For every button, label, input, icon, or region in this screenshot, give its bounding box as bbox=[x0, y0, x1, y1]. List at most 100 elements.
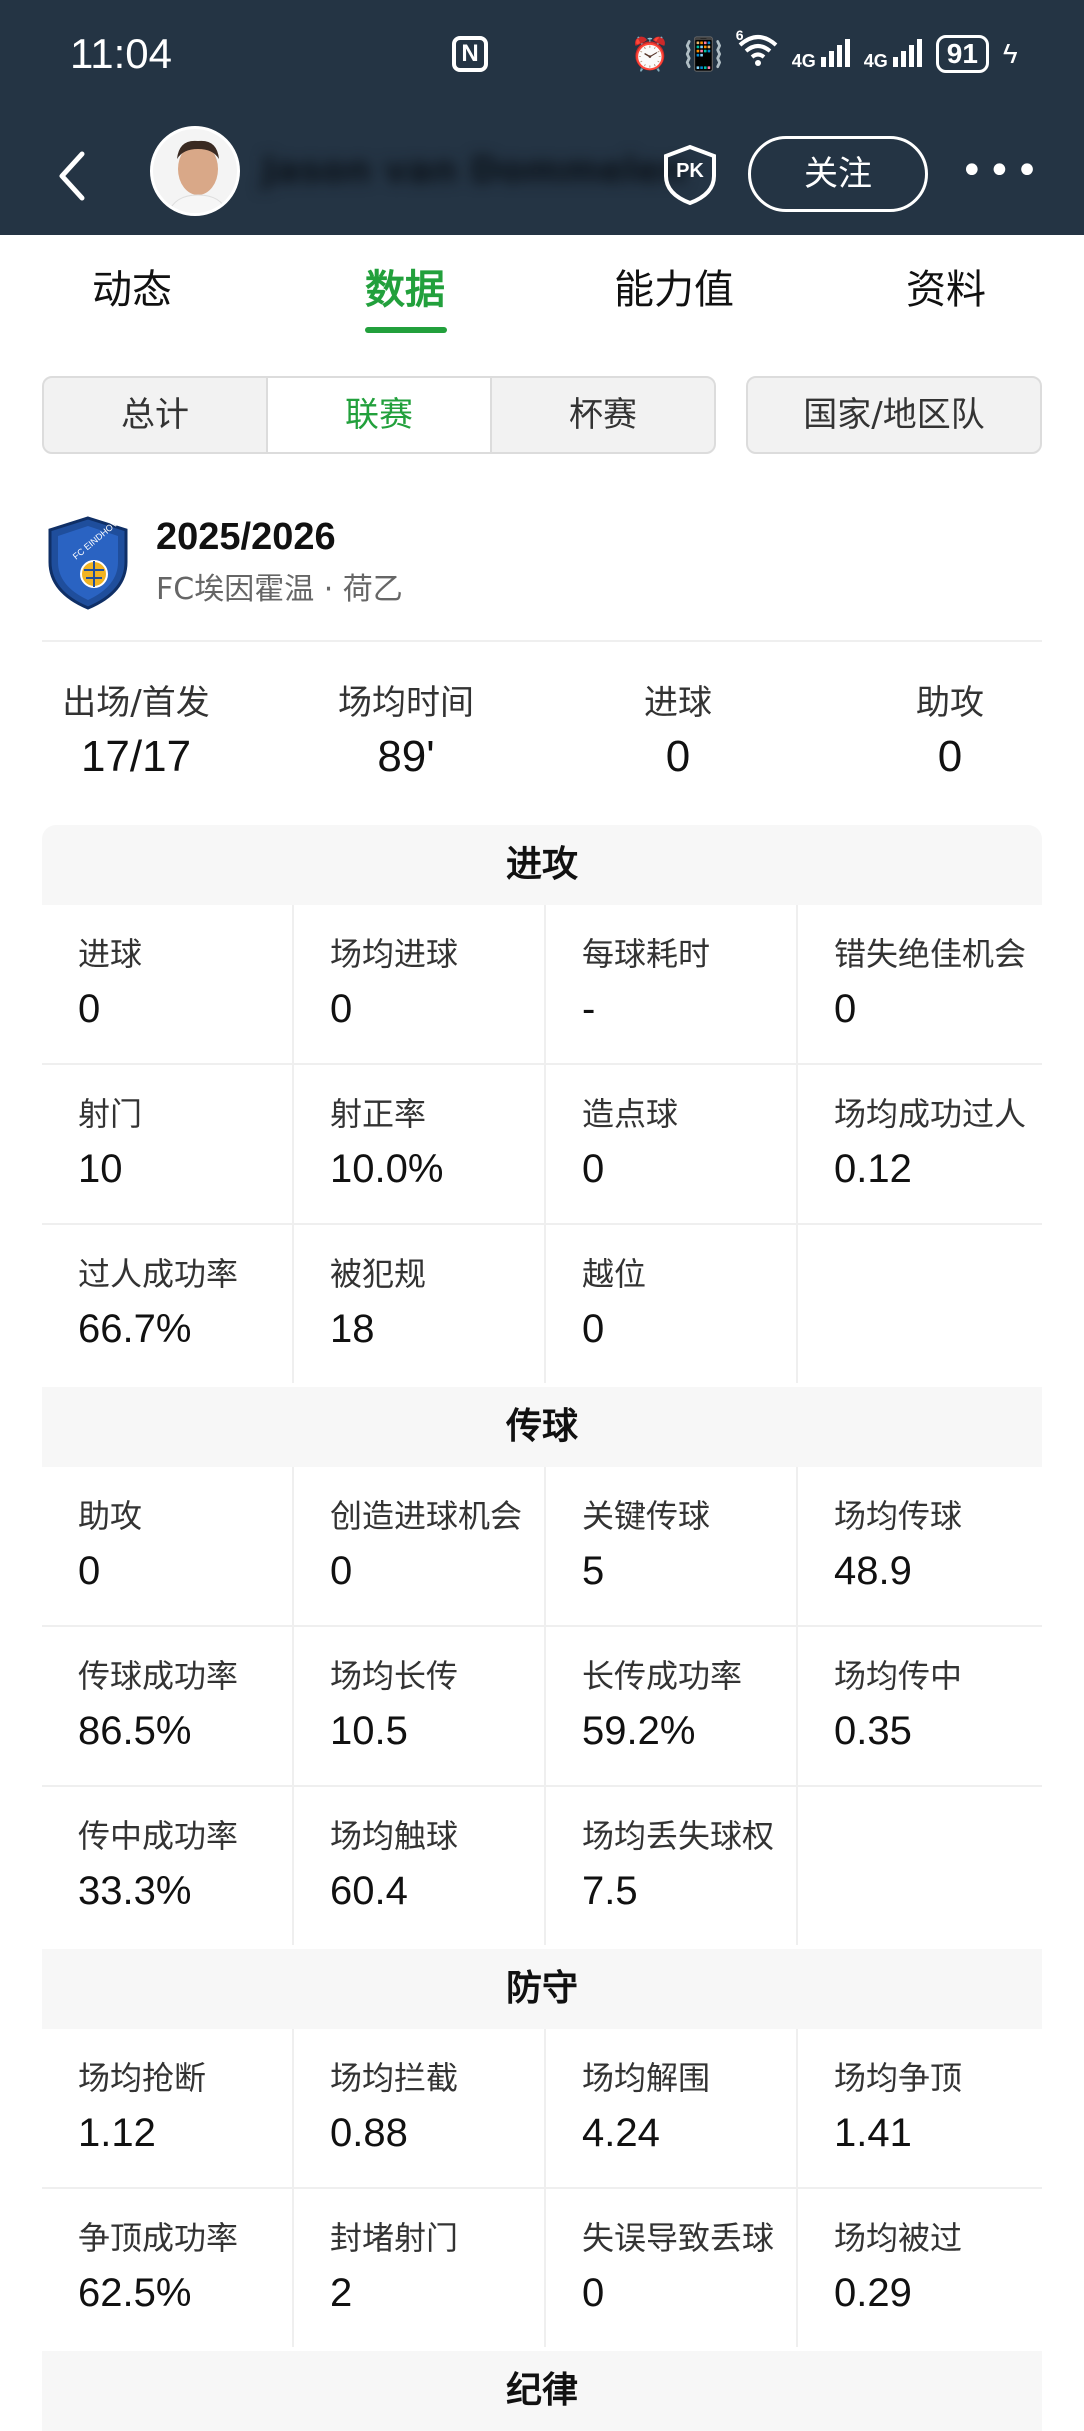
stat-value: 10 bbox=[78, 1147, 123, 1191]
stat-cell: 场均抢断 1.12 bbox=[42, 2029, 292, 2187]
summary-label: 助攻 bbox=[916, 683, 984, 723]
stat-label: 进球 bbox=[78, 935, 143, 973]
discipline-section: 纪律 bbox=[42, 2351, 1042, 2431]
stat-value: 33.3% bbox=[78, 1869, 192, 1913]
stat-value: 48.9 bbox=[834, 1549, 912, 1593]
vibrate-icon: 📳 bbox=[683, 36, 724, 72]
stat-label: 失误导致丢球 bbox=[582, 2219, 775, 2257]
back-button[interactable] bbox=[52, 148, 92, 204]
summary-goals: 进球 0 bbox=[618, 675, 738, 782]
stat-value: 66.7% bbox=[78, 1307, 192, 1351]
season-header: FC EINDHOVEN 2025/2026 FC埃因霍温 · 荷乙 bbox=[42, 510, 1042, 642]
stat-label: 错失绝佳机会 bbox=[834, 935, 1027, 973]
stat-cell: 失误导致丢球 0 bbox=[546, 2189, 796, 2347]
more-options-icon[interactable]: ••• bbox=[960, 148, 1039, 198]
stat-label: 封堵射门 bbox=[330, 2219, 459, 2257]
stat-cell: 场均长传 10.5 bbox=[294, 1627, 544, 1785]
stat-cell: 错失绝佳机会 0 bbox=[798, 905, 1048, 1063]
section-title: 进攻 bbox=[42, 825, 1042, 905]
stat-value: 60.4 bbox=[330, 1869, 408, 1913]
national-team-button[interactable]: 国家/地区队 bbox=[746, 376, 1042, 454]
stat-label: 越位 bbox=[582, 1255, 647, 1293]
tab-ratings[interactable]: 能力值 bbox=[614, 257, 734, 315]
section-title: 传球 bbox=[42, 1387, 1042, 1467]
stat-label: 场均解围 bbox=[582, 2059, 711, 2097]
stat-label: 场均进球 bbox=[330, 935, 459, 973]
stat-grid: 进球 0 场均进球 0 每球耗时 - 错失绝佳机会 0 射门 10 射正率 10.0% 造点… bbox=[42, 905, 1048, 1383]
section-title: 纪律 bbox=[42, 2351, 1042, 2431]
stat-cell: 射门 10 bbox=[42, 1065, 292, 1223]
tab-stats[interactable]: 数据 bbox=[365, 257, 445, 315]
stat-cell: 过人成功率 66.7% bbox=[42, 1225, 292, 1383]
tab-profile[interactable]: 资料 bbox=[906, 257, 986, 315]
stat-value: 10.5 bbox=[330, 1709, 408, 1753]
stat-cell-empty bbox=[798, 1225, 1048, 1383]
stat-label: 场均丢失球权 bbox=[582, 1817, 775, 1855]
avatar[interactable] bbox=[150, 126, 240, 216]
follow-button[interactable]: 关注 bbox=[748, 136, 928, 212]
player-name: Jason van Dommelen bbox=[262, 150, 687, 191]
tab-feed[interactable]: 动态 bbox=[92, 257, 172, 315]
wifi-icon: 6 bbox=[736, 27, 778, 75]
stat-label: 场均长传 bbox=[330, 1657, 459, 1695]
stat-value: 7.5 bbox=[582, 1869, 638, 1913]
stat-value: 0 bbox=[582, 1307, 605, 1351]
summary-value: 0 bbox=[937, 732, 963, 781]
stat-value: 0.88 bbox=[330, 2111, 408, 2155]
summary-value: 0 bbox=[665, 732, 691, 781]
stat-label: 争顶成功率 bbox=[78, 2219, 239, 2257]
stat-label: 场均抢断 bbox=[78, 2059, 207, 2097]
stat-cell: 场均被过 0.29 bbox=[798, 2189, 1048, 2347]
season-year: 2025/2026 bbox=[156, 516, 336, 558]
stat-value: 0.29 bbox=[834, 2271, 912, 2315]
summary-label: 进球 bbox=[644, 683, 712, 723]
stat-label: 场均拦截 bbox=[330, 2059, 459, 2097]
summary-minutes: 场均时间 89' bbox=[326, 675, 486, 782]
stat-value: 1.12 bbox=[78, 2111, 156, 2155]
chevron-left-icon bbox=[59, 151, 85, 201]
summary-label: 出场/首发 bbox=[62, 683, 210, 723]
stat-value: 59.2% bbox=[582, 1709, 696, 1753]
stat-value: 0 bbox=[582, 2271, 605, 2315]
stat-cell: 场均争顶 1.41 bbox=[798, 2029, 1048, 2187]
stat-cell: 传中成功率 33.3% bbox=[42, 1787, 292, 1945]
stat-value: 0 bbox=[78, 987, 101, 1031]
stat-cell: 每球耗时 - bbox=[546, 905, 796, 1063]
wifi-badge: 6 bbox=[735, 27, 744, 43]
stat-cell: 场均触球 60.4 bbox=[294, 1787, 544, 1945]
summary-apps: 出场/首发 17/17 bbox=[56, 675, 216, 782]
status-time: 11:04 bbox=[70, 30, 172, 77]
season-team: FC埃因霍温 · 荷乙 bbox=[156, 572, 403, 607]
stat-label: 场均触球 bbox=[330, 1817, 459, 1855]
segment-cup[interactable]: 杯赛 bbox=[492, 378, 714, 452]
defense-section: 防守 场均抢断 1.12 场均拦截 0.88 场均解围 4.24 场均争顶 1.41 争… bbox=[42, 1949, 1048, 2347]
team-crest-icon: FC EINDHOVEN bbox=[46, 510, 130, 610]
summary-label: 场均时间 bbox=[338, 683, 474, 723]
signal-2-label: 4G bbox=[863, 50, 888, 71]
stat-label: 传中成功率 bbox=[78, 1817, 239, 1855]
stat-value: 0 bbox=[330, 987, 353, 1031]
stat-value: 10.0% bbox=[330, 1147, 444, 1191]
stat-label: 场均传球 bbox=[834, 1497, 963, 1535]
stat-cell: 越位 0 bbox=[546, 1225, 796, 1383]
charging-icon: ϟ bbox=[1002, 38, 1018, 69]
pk-button[interactable]: PK bbox=[662, 144, 718, 206]
stat-value: 86.5% bbox=[78, 1709, 192, 1753]
main-tabs: 动态 数据 能力值 资料 bbox=[0, 235, 1084, 345]
top-bar: 11:04 N ⏰ 📳 6 4G 4G 91 ϟ Jason van Domme… bbox=[0, 0, 1084, 235]
stat-cell: 长传成功率 59.2% bbox=[546, 1627, 796, 1785]
stat-label: 关键传球 bbox=[582, 1497, 711, 1535]
stat-label: 被犯规 bbox=[330, 1255, 427, 1293]
signal-2-icon: 4G bbox=[864, 37, 922, 72]
nav-row: Jason van Dommelen PK 关注 ••• bbox=[0, 118, 1084, 235]
segment-league[interactable]: 联赛 bbox=[268, 378, 492, 452]
stat-label: 过人成功率 bbox=[78, 1255, 239, 1293]
stat-label: 创造进球机会 bbox=[330, 1497, 523, 1535]
signal-1-icon: 4G bbox=[792, 37, 850, 72]
stat-label: 场均被过 bbox=[834, 2219, 963, 2257]
stat-grid: 助攻 0 创造进球机会 0 关键传球 5 场均传球 48.9 传球成功率 86.5% 场均… bbox=[42, 1467, 1048, 1945]
stat-cell: 助攻 0 bbox=[42, 1467, 292, 1625]
stat-value: 62.5% bbox=[78, 2271, 192, 2315]
pk-label: PK bbox=[676, 160, 704, 182]
segment-total[interactable]: 总计 bbox=[44, 378, 268, 452]
